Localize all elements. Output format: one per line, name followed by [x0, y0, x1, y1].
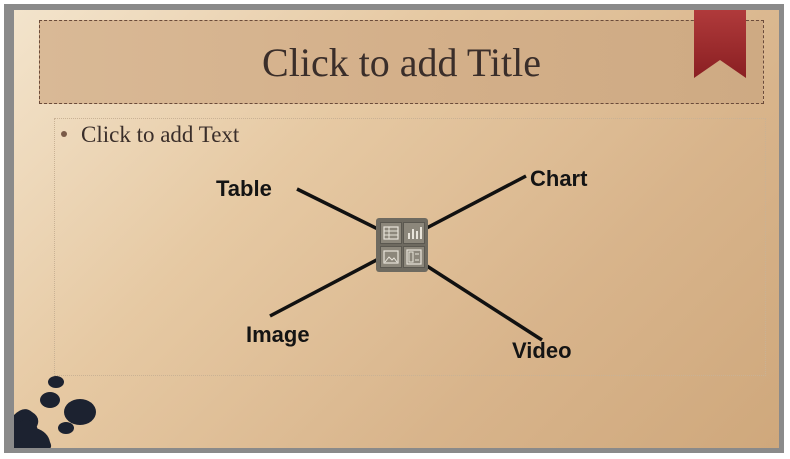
insert-object-grid: [376, 218, 428, 272]
image-callout-label: Image: [246, 322, 310, 347]
video-callout-line: [415, 257, 543, 342]
chart-callout-label: Chart: [530, 166, 588, 191]
image-icon: [383, 250, 399, 264]
insert-video-button[interactable]: [403, 246, 425, 268]
insert-table-button[interactable]: [380, 222, 402, 244]
insert-image-button[interactable]: [380, 246, 402, 268]
chart-callout-line: [418, 174, 527, 234]
table-icon: [383, 226, 399, 240]
ink-splatter-decoration: [14, 376, 96, 448]
video-icon: [406, 249, 422, 265]
chart-icon: [408, 227, 422, 239]
table-callout-label: Table: [216, 176, 272, 201]
slide-canvas[interactable]: Click to add Title Click to add Text Tab…: [14, 10, 779, 448]
slide-frame: Click to add Title Click to add Text Tab…: [4, 4, 784, 453]
video-callout-label: Video: [512, 338, 572, 363]
image-callout-line: [269, 252, 389, 318]
insert-chart-button[interactable]: [403, 222, 425, 244]
